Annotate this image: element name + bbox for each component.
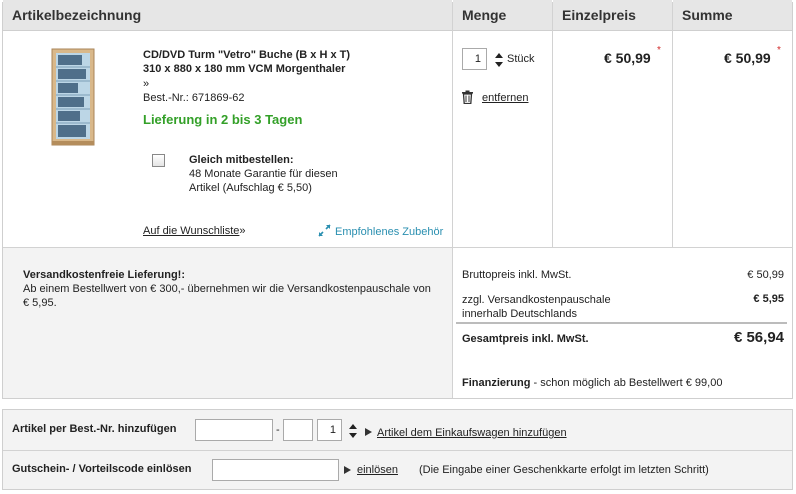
shipping-text-line2: € 5,95. — [23, 297, 57, 309]
quantity-unit: Stück — [507, 53, 535, 65]
wishlist-arrow: » — [239, 225, 246, 237]
add-by-number-label: Artikel per Best.-Nr. hinzufügen — [12, 423, 177, 435]
voucher-code-input[interactable] — [212, 459, 339, 481]
accessories-link[interactable]: Empfohlenes Zubehör — [318, 224, 443, 238]
financing-info: Finanzierung - schon möglich ab Bestellw… — [462, 377, 722, 389]
divider — [3, 450, 792, 451]
remove-link[interactable]: entfernen — [482, 92, 528, 104]
shipping-cost-label: zzgl. Versandkostenpauschale innerhalb D… — [462, 293, 611, 321]
order-number-separator: - — [276, 424, 280, 436]
divider — [452, 2, 453, 398]
grand-total-label: Gesamtpreis inkl. MwSt. — [462, 333, 589, 345]
shipping-cost-label-line1: zzgl. Versandkostenpauschale — [462, 294, 611, 306]
divider — [552, 2, 553, 248]
total-price: € 50,99 — [724, 50, 771, 66]
redeem-link[interactable]: einlösen — [357, 464, 398, 476]
accessories-label: Empfohlenes Zubehör — [335, 226, 444, 238]
divider — [672, 2, 673, 248]
column-header-article: Artikelbezeichnung — [3, 0, 452, 31]
column-header-unit-price: Einzelpreis — [553, 0, 672, 31]
quantity-input[interactable]: 1 — [462, 48, 487, 70]
unit-price-marker: * — [657, 45, 661, 56]
summary-divider — [456, 322, 787, 324]
addon-title: Gleich mitbestellen: — [189, 154, 294, 166]
order-number-input-1[interactable] — [195, 419, 273, 441]
unit-price: € 50,99 — [604, 50, 651, 66]
expand-arrows-icon — [318, 224, 331, 237]
order-number: Best.-Nr.: 671869-62 — [143, 92, 245, 104]
product-title-line2: 310 x 880 x 180 mm VCM Morgenthaler — [143, 63, 346, 75]
gross-price-label: Bruttopreis inkl. MwSt. — [462, 269, 572, 281]
column-header-total: Summe — [673, 0, 792, 31]
play-arrow-icon — [365, 427, 372, 436]
grand-total-value: € 56,94 — [733, 329, 784, 346]
column-header-quantity: Menge — [453, 0, 552, 31]
wishlist-link-wrap: Auf die Wunschliste» — [143, 225, 246, 237]
wishlist-link[interactable]: Auf die Wunschliste — [143, 225, 239, 237]
financing-label: Finanzierung — [462, 377, 531, 389]
product-title-line1: CD/DVD Turm "Vetro" Buche (B x H x T) — [143, 49, 351, 61]
shipping-cost-value: € 5,95 — [753, 293, 784, 305]
add-quantity-stepper[interactable] — [348, 423, 358, 439]
add-to-cart-link[interactable]: Artikel dem Einkaufswagen hinzufügen — [377, 427, 567, 439]
addon-line1: 48 Monate Garantie für diesen — [189, 168, 338, 180]
order-number-input-2[interactable] — [283, 419, 313, 441]
shipping-title: Versandkostenfreie Lieferung!: — [23, 269, 185, 281]
financing-text: - schon möglich ab Bestellwert € 99,00 — [530, 377, 723, 389]
shipping-cost-label-line2: innerhalb Deutschlands — [462, 308, 577, 320]
gross-price-value: € 50,99 — [747, 269, 784, 281]
addon-line2: Artikel (Aufschlag € 5,50) — [189, 182, 312, 194]
play-arrow-icon — [344, 465, 351, 474]
trash-icon[interactable] — [461, 90, 474, 105]
add-quantity-input[interactable]: 1 — [317, 419, 342, 441]
cd-tower-image — [51, 48, 95, 146]
voucher-label: Gutschein- / Vorteilscode einlösen — [12, 463, 192, 475]
product-title[interactable]: CD/DVD Turm "Vetro" Buche (B x H x T) 31… — [143, 48, 350, 76]
total-price-marker: * — [777, 45, 781, 56]
product-image[interactable] — [50, 47, 96, 147]
product-title-arrow: » — [143, 78, 150, 90]
warranty-checkbox[interactable] — [152, 154, 165, 167]
shipping-text-line1: Ab einem Bestellwert von € 300,- überneh… — [23, 283, 431, 295]
delivery-status: Lieferung in 2 bis 3 Tagen — [143, 112, 303, 127]
voucher-note: (Die Eingabe einer Geschenkkarte erfolgt… — [419, 464, 709, 476]
quantity-stepper[interactable] — [494, 52, 504, 68]
